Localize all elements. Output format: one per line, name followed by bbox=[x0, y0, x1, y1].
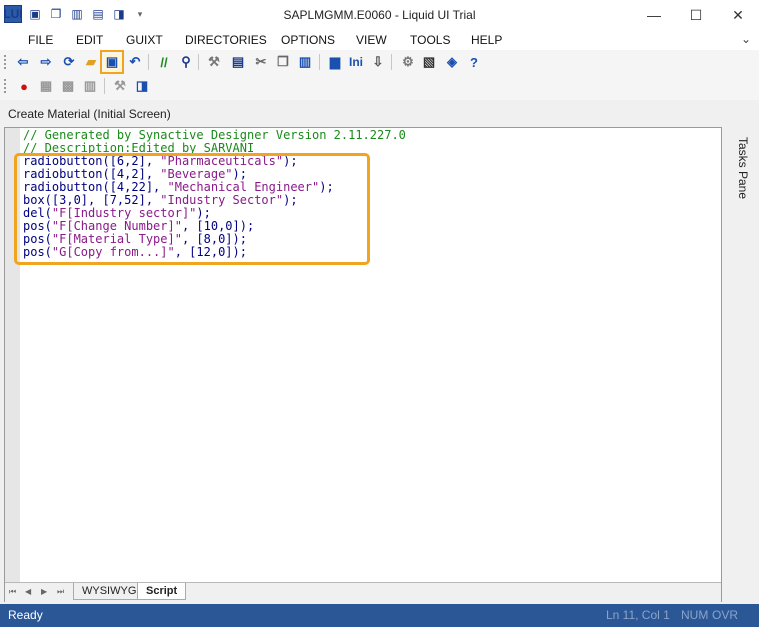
forward-arrow-icon[interactable]: ⇨ bbox=[37, 53, 55, 71]
minimize-button[interactable]: — bbox=[633, 0, 675, 30]
properties-icon[interactable]: ▤ bbox=[229, 53, 247, 71]
screen-icon[interactable]: ▧ bbox=[420, 53, 438, 71]
cut-icon[interactable]: ✂ bbox=[252, 53, 270, 71]
refresh-icon[interactable]: ⟳ bbox=[60, 53, 78, 71]
book-icon[interactable]: ◈ bbox=[443, 53, 461, 71]
toolbar-separator bbox=[148, 54, 149, 70]
toolbar-separator bbox=[104, 78, 105, 94]
settings-gear-icon[interactable]: ⚙ bbox=[399, 53, 417, 71]
toolbar-separator bbox=[198, 54, 199, 70]
print-icon[interactable]: ▆ bbox=[326, 53, 344, 71]
status-overwrite: OVR bbox=[712, 608, 739, 622]
menu-guixt[interactable]: GUIXT bbox=[126, 33, 163, 47]
download-icon[interactable]: ⇩ bbox=[369, 53, 387, 71]
next-tab-icon[interactable]: ▶ bbox=[41, 587, 47, 596]
menu-file[interactable]: FILE bbox=[28, 33, 53, 47]
grid-icon[interactable]: ▥ bbox=[81, 77, 99, 95]
toolbar-separator bbox=[319, 54, 320, 70]
tab-wysiwyg[interactable]: WYSIWYG bbox=[73, 583, 146, 600]
menu-bar: FILE EDIT GUIXT DIRECTORIES OPTIONS VIEW… bbox=[0, 30, 759, 50]
secondary-toolbar: ● ▦ ▩ ▥ ⚒ ◨ bbox=[0, 74, 759, 100]
copy-icon[interactable]: ❐ bbox=[274, 53, 292, 71]
menu-edit[interactable]: EDIT bbox=[76, 33, 103, 47]
tasks-pane[interactable]: Tasks Pane bbox=[723, 127, 759, 602]
wrench-icon[interactable]: ⚒ bbox=[205, 53, 223, 71]
last-tab-icon[interactable]: ⏭ bbox=[57, 587, 64, 597]
ribbon-collapse-icon[interactable]: ⌄ bbox=[741, 32, 751, 46]
status-ready: Ready bbox=[8, 608, 43, 622]
toolbar-grip-icon[interactable] bbox=[4, 55, 9, 69]
table-icon[interactable]: ▦ bbox=[37, 77, 55, 95]
prev-tab-icon[interactable]: ◀ bbox=[25, 587, 31, 596]
back-arrow-icon[interactable]: ⇦ bbox=[14, 53, 32, 71]
undo-icon[interactable]: ↶ bbox=[126, 53, 144, 71]
menu-tools[interactable]: TOOLS bbox=[410, 33, 450, 47]
main-toolbar: ⇦ ⇨ ⟳ ▰ ▣ ↶ //⚲ ⚒ ▤ ✂ ❐ ▥ ▆ Ini ⇩ ⚙ ▧ ◈? bbox=[0, 50, 759, 74]
comment-icon[interactable]: // bbox=[155, 53, 173, 71]
toolbar-separator bbox=[391, 54, 392, 70]
script-editor[interactable]: // Generated by Synactive Designer Versi… bbox=[4, 127, 722, 602]
maximize-button[interactable]: ☐ bbox=[675, 0, 717, 30]
menu-options[interactable]: OPTIONS bbox=[281, 33, 335, 47]
tools-icon[interactable]: ⚒ bbox=[111, 77, 129, 95]
first-tab-icon[interactable]: ⏮ bbox=[9, 587, 16, 597]
menu-view[interactable]: VIEW bbox=[356, 33, 387, 47]
code-comment: // Generated by Synactive Designer Versi… bbox=[23, 128, 406, 142]
editor-tab-bar: ⏮ ◀ ▶ ⏭ WYSIWYG Script bbox=[5, 582, 721, 602]
paste-icon[interactable]: ▥ bbox=[296, 53, 314, 71]
tab-script[interactable]: Script bbox=[137, 583, 187, 600]
status-num-lock: NUM bbox=[681, 608, 709, 622]
menu-directories[interactable]: DIRECTORIES bbox=[185, 33, 267, 47]
title-bar: LUI ▣ ❐ ▥ ▤ ◨ ▾ SAPLMGMM.E0060 - Liquid … bbox=[0, 0, 759, 30]
open-folder-icon[interactable]: ▰ bbox=[82, 53, 100, 71]
menu-help[interactable]: HELP bbox=[471, 33, 502, 47]
toolbar-grip-icon[interactable] bbox=[4, 79, 9, 93]
highlight-box bbox=[14, 153, 370, 265]
close-button[interactable]: ✕ bbox=[717, 0, 759, 30]
ini-icon[interactable]: Ini bbox=[346, 53, 366, 71]
save-icon[interactable]: ▣ bbox=[100, 50, 124, 74]
connect-icon[interactable]: ◨ bbox=[133, 77, 151, 95]
status-bar: Ready Ln 11, Col 1 NUM OVR bbox=[0, 604, 759, 627]
record-icon[interactable]: ● bbox=[15, 77, 33, 95]
screen-label: Create Material (Initial Screen) bbox=[8, 107, 171, 121]
help-icon[interactable]: ? bbox=[465, 53, 483, 71]
table-delete-icon[interactable]: ▩ bbox=[59, 77, 77, 95]
tasks-pane-label[interactable]: Tasks Pane bbox=[736, 137, 750, 199]
find-icon[interactable]: ⚲ bbox=[177, 53, 195, 71]
status-cursor-position: Ln 11, Col 1 bbox=[606, 608, 670, 622]
